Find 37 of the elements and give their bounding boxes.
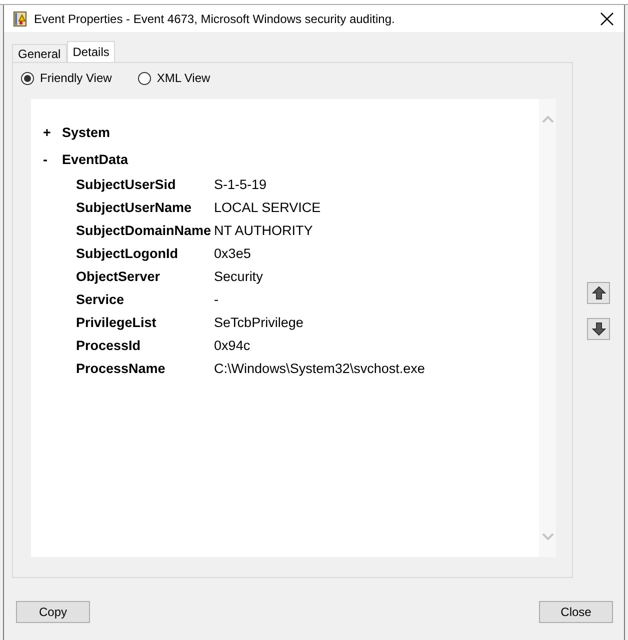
field-value: S-1-5-19 <box>214 177 268 192</box>
field-value: C:\Windows\System32\svchost.exe <box>214 361 425 376</box>
field-value: 0x94c <box>214 338 252 353</box>
tree-toggle[interactable]: - <box>43 152 62 167</box>
tree-node-label[interactable]: EventData <box>62 152 128 167</box>
tree-toggle[interactable]: + <box>43 125 62 140</box>
field-value: SeTcbPrivilege <box>214 315 304 330</box>
dialog-button[interactable]: Copy <box>16 601 90 623</box>
arrow-down-icon[interactable] <box>592 322 606 336</box>
field-value: NT AUTHORITY <box>214 223 314 238</box>
field-value: LOCAL SERVICE <box>214 200 322 215</box>
field-name: SubjectLogonId <box>76 246 179 261</box>
field-name: ObjectServer <box>76 269 162 284</box>
next-event-button[interactable] <box>587 318 610 340</box>
arrow-up-icon[interactable] <box>592 286 606 300</box>
field-name: ProcessId <box>76 338 142 353</box>
field-value: Security <box>214 269 264 284</box>
field-value: - <box>214 292 220 307</box>
field-name: PrivilegeList <box>76 315 158 330</box>
field-name: SubjectUserSid <box>76 177 177 192</box>
close-icon[interactable] <box>600 12 614 26</box>
field-name: Service <box>76 292 126 307</box>
field-value: 0x3e5 <box>214 246 252 261</box>
dialog-button[interactable]: Close <box>539 601 613 623</box>
window-title: Event Properties - Event 4673, Microsoft Windows security auditing. <box>34 12 396 26</box>
field-name: SubjectDomainName <box>76 223 212 238</box>
radio-label[interactable]: Friendly View <box>40 71 112 85</box>
radio-button[interactable] <box>21 72 34 84</box>
radio-label[interactable]: XML View <box>156 71 210 85</box>
tab[interactable]: Details <box>66 41 116 62</box>
field-name: ProcessName <box>76 361 166 376</box>
radio-button[interactable] <box>138 72 151 84</box>
tree-node-label[interactable]: System <box>62 125 110 140</box>
previous-event-button[interactable] <box>587 282 610 304</box>
field-name: SubjectUserName <box>76 200 193 215</box>
event-log-icon <box>12 10 28 26</box>
tab[interactable]: General <box>12 44 67 62</box>
